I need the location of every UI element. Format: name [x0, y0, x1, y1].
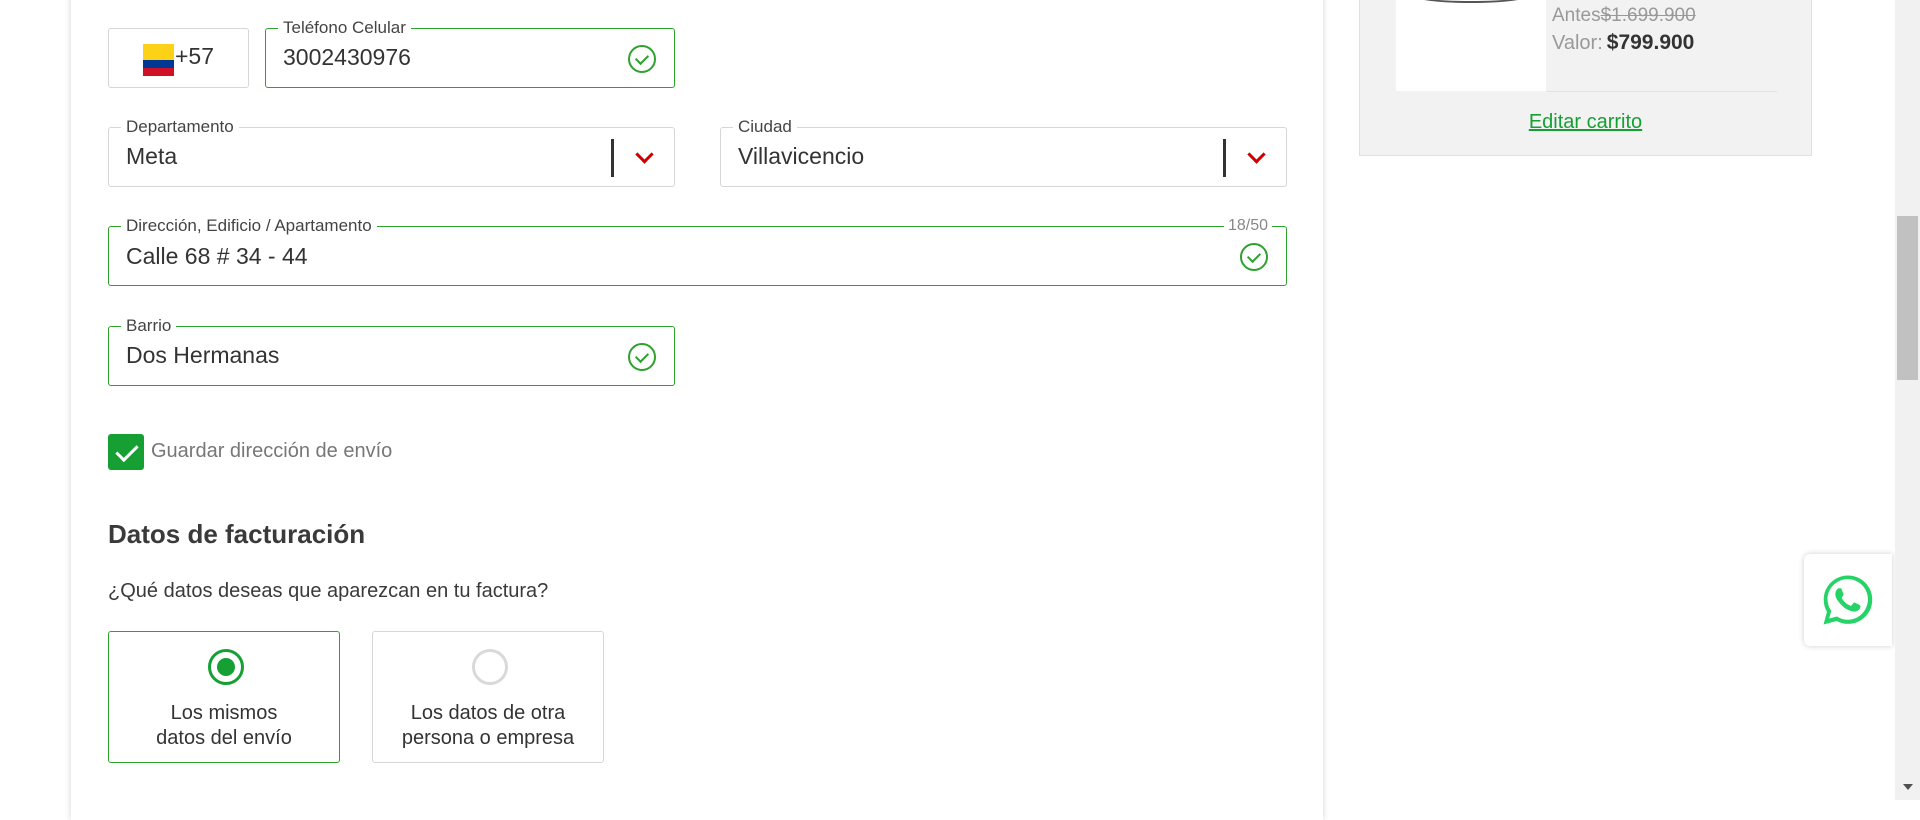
country-code: +57 — [175, 43, 215, 69]
option-line: datos del envío — [156, 727, 292, 749]
address-label: Dirección, Edificio / Apartamento — [121, 217, 377, 235]
barrio-value: Dos Hermanas — [126, 342, 280, 368]
radio-selected-icon[interactable] — [208, 649, 244, 685]
phone-label: Teléfono Celular — [278, 19, 411, 37]
whatsapp-button[interactable] — [1804, 554, 1892, 646]
option-line: Los datos de otra — [410, 702, 566, 724]
current-price: Valor: $799.900 — [1552, 31, 1695, 54]
departamento-label: Departamento — [121, 118, 239, 136]
address-char-counter: 18/50 — [1223, 217, 1272, 235]
radio-unselected-icon[interactable] — [472, 649, 508, 685]
billing-option-same-data[interactable]: Los mismos datos del envío — [108, 631, 340, 763]
barrio-field[interactable]: Barrio Dos Hermanas — [108, 317, 675, 386]
address-field[interactable]: Dirección, Edificio / Apartamento 18/50 … — [108, 217, 1287, 286]
product-image — [1396, 0, 1546, 91]
valid-check-icon — [1240, 243, 1268, 271]
page-scrollbar[interactable] — [1895, 0, 1920, 800]
barrio-label: Barrio — [121, 317, 177, 335]
departamento-value: Meta — [126, 143, 178, 169]
whatsapp-icon — [1823, 575, 1873, 625]
save-address-label[interactable]: Guardar dirección de envío — [151, 440, 392, 463]
departamento-select[interactable]: Departamento Meta — [108, 118, 675, 187]
colombia-flag-icon — [143, 44, 174, 76]
previous-price: Antes$1.699.900 — [1552, 5, 1696, 26]
billing-question: ¿Qué datos deseas que aparezcan en tu fa… — [108, 580, 549, 602]
edit-cart-link[interactable]: Editar carrito — [1360, 111, 1811, 134]
select-divider — [1223, 139, 1226, 177]
ciudad-select[interactable]: Ciudad Villavicencio — [720, 118, 1287, 187]
phone-value: 3002430976 — [283, 44, 411, 70]
scroll-down-arrow-icon[interactable] — [1903, 784, 1913, 790]
chevron-down-icon[interactable] — [1247, 145, 1266, 164]
valid-check-icon — [628, 45, 656, 73]
phone-field[interactable]: Teléfono Celular 3002430976 — [265, 19, 675, 88]
option-line: Los mismos — [170, 702, 278, 724]
chevron-down-icon[interactable] — [635, 145, 654, 164]
ciudad-label: Ciudad — [733, 118, 797, 136]
select-divider — [611, 139, 614, 177]
scrollbar-thumb[interactable] — [1897, 216, 1918, 380]
option-line: persona o empresa — [401, 727, 575, 749]
billing-section-title: Datos de facturación — [108, 519, 366, 549]
country-code-selector[interactable]: +57 — [108, 28, 249, 88]
billing-option-other-person[interactable]: Los datos de otra persona o empresa — [372, 631, 604, 763]
valid-check-icon — [628, 343, 656, 371]
save-address-checkbox[interactable] — [108, 434, 144, 470]
address-value: Calle 68 # 34 - 44 — [126, 243, 308, 269]
cart-summary: Antes$1.699.900 Valor: $799.900 Editar ca… — [1359, 0, 1812, 156]
divider — [1547, 91, 1777, 92]
ciudad-value: Villavicencio — [738, 143, 865, 169]
